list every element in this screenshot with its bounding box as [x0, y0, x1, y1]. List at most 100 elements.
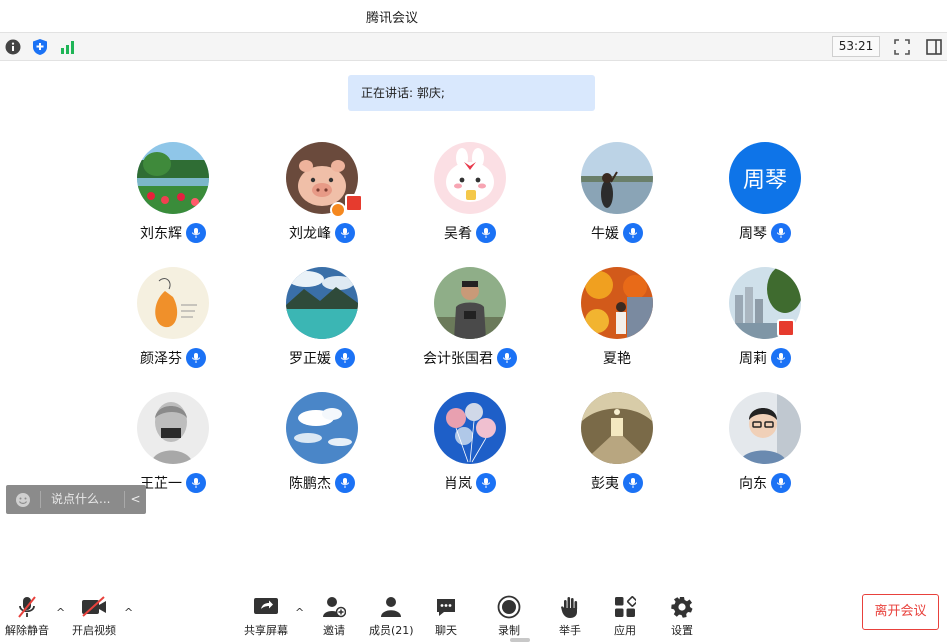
flag-badge-icon [345, 194, 363, 212]
share-options-caret[interactable]: ^ [295, 606, 304, 619]
video-options-caret[interactable]: ^ [124, 606, 133, 619]
members-label: 成员(21) [369, 624, 414, 637]
participant-tile[interactable]: 罗正媛 [248, 267, 396, 377]
participant-tile[interactable]: 向东 [691, 392, 839, 502]
chat-input-placeholder[interactable]: 说点什么... [40, 491, 124, 508]
info-icon[interactable] [3, 37, 23, 57]
participant-tile[interactable]: 刘东辉 [99, 142, 247, 252]
title-bar: 腾讯会议 [0, 0, 947, 32]
unmute-button[interactable]: 解除静音 [5, 594, 49, 638]
participant-name: 会计张国君 [423, 351, 493, 367]
participant-name-line: 罗正媛 [248, 346, 396, 370]
shield-icon[interactable] [30, 37, 50, 57]
settings-button[interactable]: 设置 [671, 594, 693, 638]
record-icon [497, 594, 521, 620]
participant-tile[interactable]: 周莉 [691, 267, 839, 377]
settings-label: 设置 [671, 624, 693, 637]
audio-options-caret[interactable]: ^ [56, 606, 65, 619]
participant-name: 陈鹏杰 [289, 476, 331, 492]
microphone-icon [335, 473, 355, 493]
microphone-icon [476, 473, 496, 493]
participant-tile[interactable]: 颜泽芬 [99, 267, 247, 377]
participant-name-line: 陈鹏杰 [248, 471, 396, 495]
microphone-icon [186, 473, 206, 493]
start-video-label: 开启视频 [72, 624, 116, 637]
emoji-icon[interactable] [6, 492, 40, 508]
avatar [581, 392, 653, 464]
avatar [434, 142, 506, 214]
participant-name: 牛媛 [591, 226, 619, 242]
record-button[interactable]: 录制 [497, 594, 521, 638]
participant-tile[interactable]: 周琴 周琴 [691, 142, 839, 252]
resize-handle[interactable] [510, 638, 530, 642]
apps-label: 应用 [614, 624, 636, 637]
microphone-icon [771, 348, 791, 368]
participant-tile[interactable]: 刘龙峰 [248, 142, 396, 252]
invite-button[interactable]: 邀请 [322, 594, 346, 638]
microphone-icon [623, 473, 643, 493]
participant-name-line: 向东 [691, 471, 839, 495]
avatar [286, 267, 358, 339]
chat-bubble-icon [435, 594, 457, 620]
participant-tile[interactable]: 夏艳 [543, 267, 691, 377]
participant-tile[interactable]: 牛媛 [543, 142, 691, 252]
participant-name-line: 颜泽芬 [99, 346, 247, 370]
participant-tile[interactable]: 彭夷 [543, 392, 691, 502]
participant-name-line: 夏艳 [543, 346, 691, 370]
share-screen-icon [253, 594, 279, 620]
host-badge-icon [330, 202, 346, 218]
chat-button[interactable]: 聊天 [435, 594, 457, 638]
hand-icon [560, 594, 580, 620]
participant-name-line: 吴肴 [396, 221, 544, 245]
fullscreen-icon[interactable] [892, 37, 912, 57]
avatar [581, 267, 653, 339]
start-video-button[interactable]: 开启视频 [72, 594, 116, 638]
gear-icon [671, 594, 693, 620]
participant-name: 颜泽芬 [140, 351, 182, 367]
members-icon [380, 594, 402, 620]
bottom-toolbar: 解除静音 ^ 开启视频 ^ 共享屏幕 ^ 邀请 成员(21) 聊天 录制 举手 … [0, 588, 947, 643]
chat-label: 聊天 [435, 624, 457, 637]
flag-badge-icon [777, 319, 795, 337]
microphone-icon [335, 348, 355, 368]
microphone-icon [623, 223, 643, 243]
share-screen-label: 共享屏幕 [244, 624, 288, 637]
participant-name: 周莉 [739, 351, 767, 367]
speaking-indicator: 正在讲话: 郭庆; [348, 75, 595, 111]
avatar [581, 142, 653, 214]
unmute-label: 解除静音 [5, 624, 49, 637]
record-label: 录制 [498, 624, 520, 637]
chat-quick-input[interactable]: 说点什么... < [6, 485, 146, 514]
members-button[interactable]: 成员(21) [369, 594, 414, 638]
chat-collapse-button[interactable]: < [124, 491, 146, 508]
participant-name: 肖岚 [444, 476, 472, 492]
participant-name: 罗正媛 [289, 351, 331, 367]
share-screen-button[interactable]: 共享屏幕 [244, 594, 288, 638]
invite-label: 邀请 [323, 624, 345, 637]
participant-name: 刘龙峰 [289, 226, 331, 242]
mic-muted-icon [16, 594, 38, 620]
video-off-icon [80, 594, 108, 620]
avatar [137, 142, 209, 214]
avatar [137, 392, 209, 464]
participant-tile[interactable]: 会计张国君 [396, 267, 544, 377]
meeting-info-bar: 53:21 [0, 32, 947, 61]
window-title: 腾讯会议 [366, 11, 419, 26]
signal-icon[interactable] [58, 37, 78, 57]
avatar [286, 392, 358, 464]
participant-name: 周琴 [739, 226, 767, 242]
participant-name-line: 彭夷 [543, 471, 691, 495]
participant-name: 吴肴 [444, 226, 472, 242]
avatar [137, 267, 209, 339]
add-user-icon [322, 594, 346, 620]
participant-name-line: 刘东辉 [99, 221, 247, 245]
microphone-icon [497, 348, 517, 368]
raise-hand-button[interactable]: 举手 [559, 594, 581, 638]
participant-tile[interactable]: 肖岚 [396, 392, 544, 502]
participant-tile[interactable]: 吴肴 [396, 142, 544, 252]
sidebar-toggle-icon[interactable] [924, 37, 944, 57]
apps-button[interactable]: 应用 [614, 594, 636, 638]
leave-meeting-button[interactable]: 离开会议 [862, 594, 939, 630]
participant-tile[interactable]: 陈鹏杰 [248, 392, 396, 502]
microphone-icon [771, 223, 791, 243]
